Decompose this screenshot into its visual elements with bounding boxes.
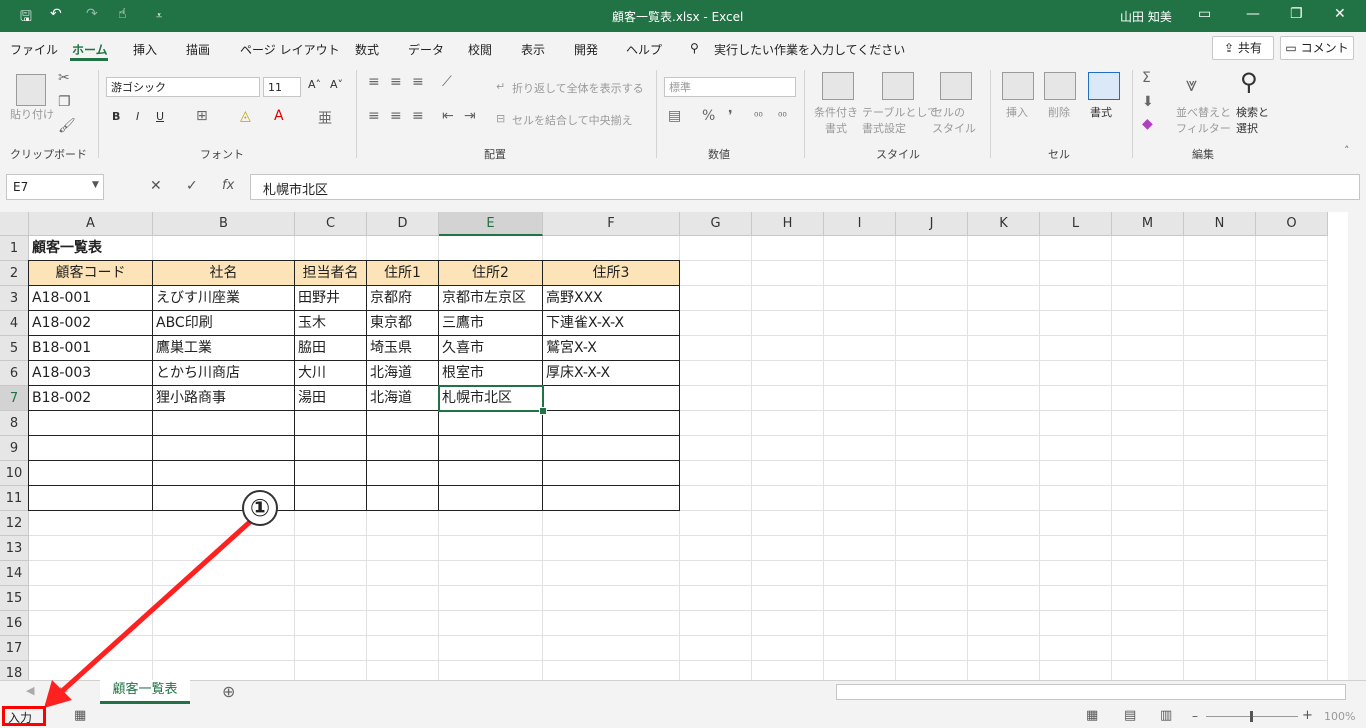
- annotation-arrow: [44, 518, 254, 708]
- annotation-highlight-box: [2, 706, 46, 726]
- annotation-number: ①: [242, 490, 278, 526]
